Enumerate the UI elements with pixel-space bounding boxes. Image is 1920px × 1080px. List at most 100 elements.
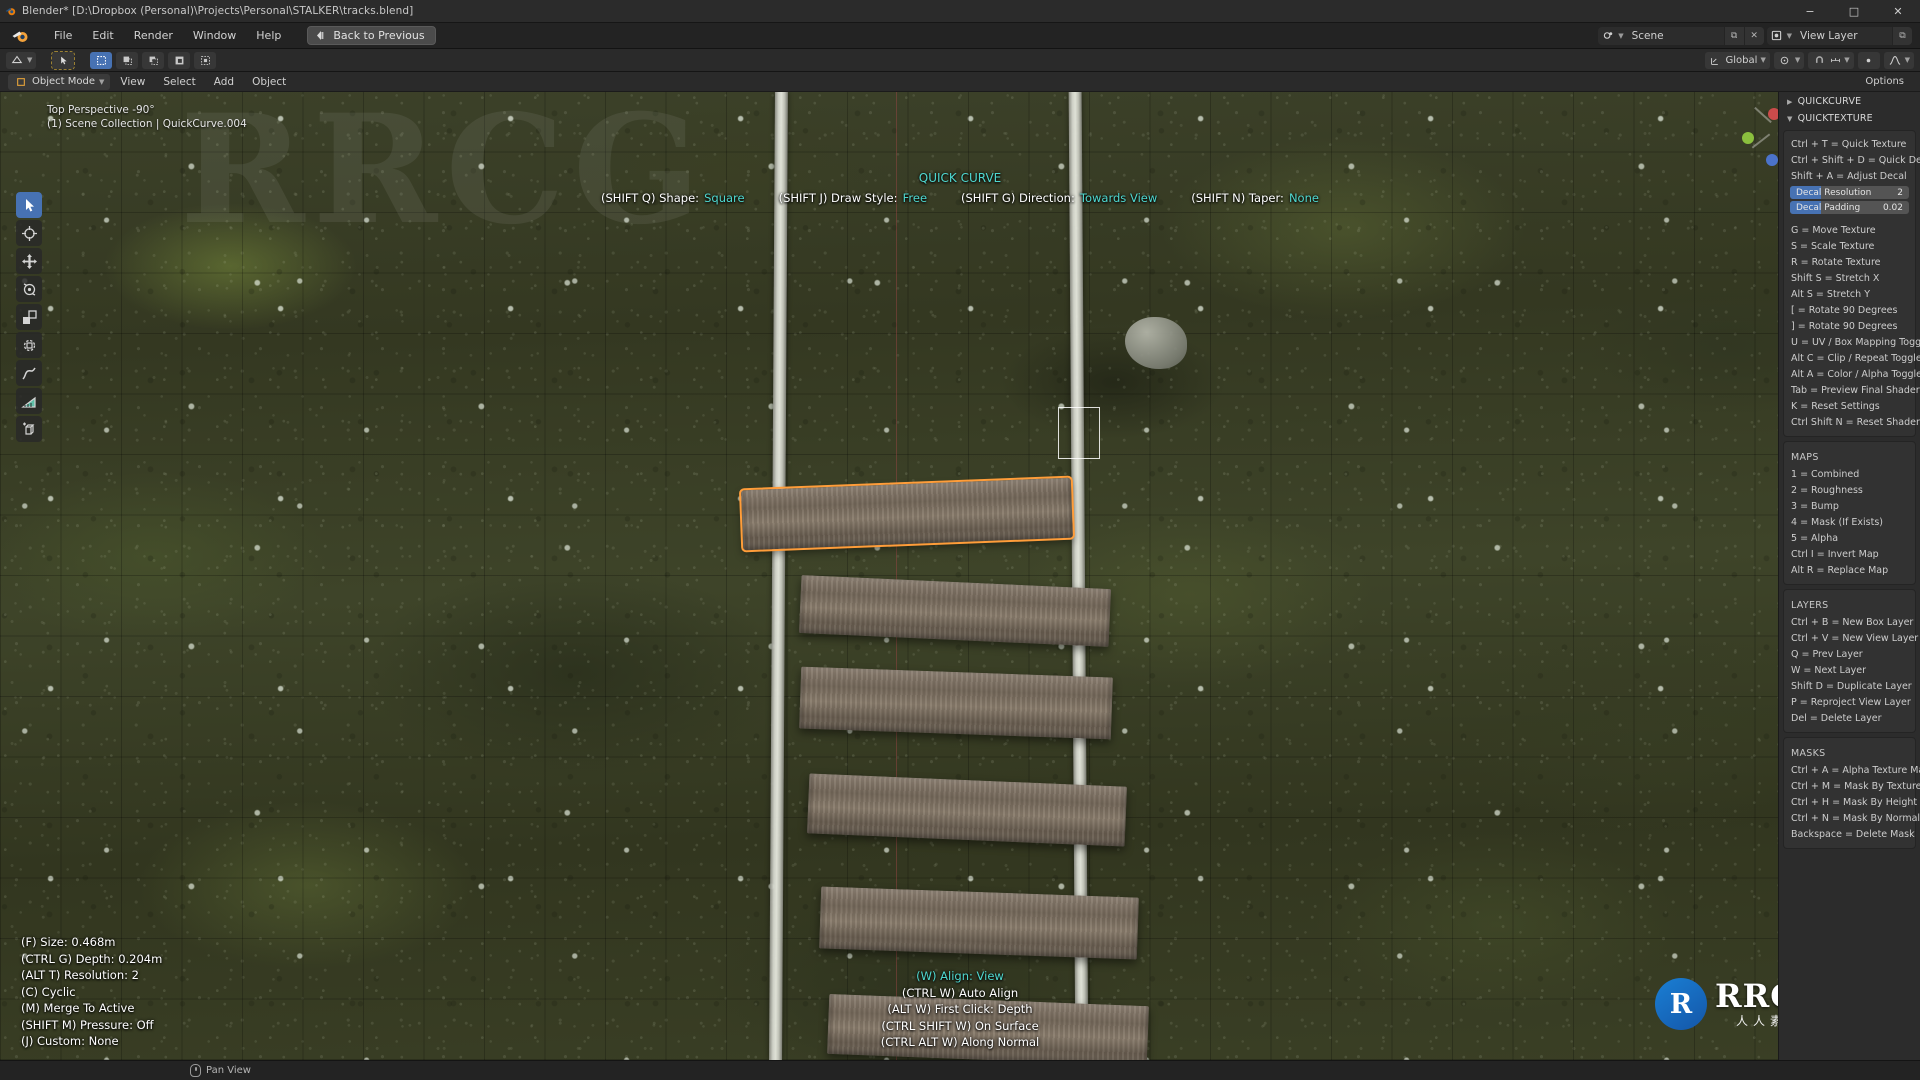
scale-icon bbox=[22, 309, 37, 324]
transform-orientation-value: Global bbox=[1725, 54, 1758, 66]
back-to-previous-button[interactable]: Back to Previous bbox=[307, 26, 436, 45]
pivot-point-selector[interactable]: ▼ bbox=[1773, 51, 1805, 69]
npanel-section-layers: LAYERS Ctrl + B = New Box Layer Ctrl + V… bbox=[1783, 589, 1918, 733]
viewport-menu-select[interactable]: Select bbox=[155, 74, 203, 90]
minimize-button[interactable]: − bbox=[1788, 0, 1832, 23]
overlay-option-drawstyle-key: (SHIFT J) Draw Style: bbox=[778, 191, 898, 205]
npanel-map-invert: Ctrl I = Invert Map bbox=[1791, 548, 1879, 560]
object-mode-icon bbox=[14, 75, 28, 89]
mode-selector[interactable]: Object Mode ▼ bbox=[8, 73, 111, 90]
npanel-tab-quickcurve[interactable]: ▶ QUICKCURVE bbox=[1779, 92, 1920, 109]
quicktexture-npanel[interactable]: ▶ QUICKCURVE ▼ QUICKTEXTURE Ctrl + T = Q… bbox=[1778, 92, 1920, 1060]
select-mode-intersect[interactable] bbox=[194, 51, 217, 69]
editor-type-caret-icon: ▼ bbox=[27, 56, 33, 64]
magnet-icon[interactable] bbox=[1812, 53, 1826, 67]
status-bar: Pan View bbox=[0, 1060, 1920, 1080]
proportional-edit-toggle[interactable] bbox=[1857, 51, 1880, 69]
select-mode-invert[interactable] bbox=[168, 51, 191, 69]
close-button[interactable]: ✕ bbox=[1876, 0, 1920, 23]
viewport-options-label[interactable]: Options bbox=[1865, 76, 1912, 87]
tool-move[interactable] bbox=[16, 248, 42, 274]
npanel-shortcut-stretch-x: Shift S = Stretch X bbox=[1791, 272, 1880, 284]
select-mode-new[interactable] bbox=[90, 51, 113, 69]
view-layer-icon bbox=[1767, 30, 1787, 41]
tool-tweak-select[interactable] bbox=[16, 192, 42, 218]
scene-icon bbox=[1598, 30, 1618, 41]
npanel-shortcut-rotate-texture: R = Rotate Texture bbox=[1791, 256, 1881, 268]
plank-surface bbox=[799, 666, 1113, 740]
plank-3[interactable] bbox=[799, 666, 1113, 740]
view-layer-selector[interactable]: ▼ View Layer ⧉ bbox=[1766, 26, 1912, 45]
new-view-layer-icon[interactable]: ⧉ bbox=[1892, 26, 1912, 45]
npanel-section-layers-title: LAYERS bbox=[1791, 600, 1829, 611]
rock-object bbox=[1125, 317, 1187, 369]
npanel-mask-by-normal: Ctrl + N = Mask By Normal bbox=[1791, 812, 1920, 824]
decal-padding-slider[interactable]: Decal Padding 0.02 bbox=[1790, 201, 1909, 214]
npanel-shortcut-rotate-90-right: ] = Rotate 90 Degrees bbox=[1791, 320, 1898, 332]
npanel-mask-delete: Backspace = Delete Mask bbox=[1791, 828, 1915, 840]
tweak-select-tool[interactable] bbox=[51, 50, 76, 70]
tool-transform[interactable] bbox=[16, 332, 42, 358]
npanel-mask-alpha-texture: Ctrl + A = Alpha Texture Mask bbox=[1791, 764, 1920, 776]
menu-edit[interactable]: Edit bbox=[82, 26, 123, 45]
watermark-circle-icon: R bbox=[1655, 978, 1708, 1030]
gizmo-axis-line-z bbox=[1751, 133, 1771, 149]
tool-measure[interactable] bbox=[16, 388, 42, 414]
npanel-mask-by-height: Ctrl + H = Mask By Height bbox=[1791, 796, 1918, 808]
decal-resolution-label: Decal Resolution bbox=[1796, 187, 1872, 198]
tool-rotate[interactable] bbox=[16, 276, 42, 302]
transform-orientation-selector[interactable]: Global ▼ bbox=[1704, 51, 1770, 69]
menu-render[interactable]: Render bbox=[124, 26, 183, 45]
decal-resolution-slider[interactable]: Decal Resolution 2 bbox=[1790, 186, 1909, 199]
npanel-layer-prev: Q = Prev Layer bbox=[1791, 648, 1863, 660]
npanel-mask-by-texture: Ctrl + M = Mask By Texture bbox=[1791, 780, 1920, 792]
menu-file[interactable]: File bbox=[44, 26, 82, 45]
npanel-shortcut-reset-settings: K = Reset Settings bbox=[1791, 400, 1880, 412]
plank-selected[interactable] bbox=[738, 475, 1076, 553]
remove-scene-icon[interactable]: ✕ bbox=[1743, 26, 1764, 45]
plank-surface bbox=[740, 477, 1074, 551]
tool-cursor[interactable] bbox=[16, 220, 42, 246]
viewport-menu-add[interactable]: Add bbox=[206, 74, 242, 90]
npanel-tab-quickcurve-label: QUICKCURVE bbox=[1797, 96, 1862, 107]
menu-window[interactable]: Window bbox=[183, 26, 246, 45]
blender-icon bbox=[0, 0, 22, 23]
falloff-curve-icon bbox=[1888, 53, 1902, 67]
viewport-menu-object[interactable]: Object bbox=[244, 74, 294, 90]
snap-controls[interactable]: ▼ bbox=[1808, 51, 1854, 69]
mode-label: Object Mode bbox=[32, 76, 95, 87]
3d-viewport[interactable]: RRCG Top Perspective -90° (1) Scene Coll… bbox=[0, 92, 1920, 1060]
decal-preview-box bbox=[1058, 407, 1100, 459]
npanel-shortcut-move-texture: G = Move Texture bbox=[1791, 224, 1876, 236]
y-axis-ball[interactable] bbox=[1742, 132, 1754, 144]
npanel-shortcut-adjust-decal: Shift + A = Adjust Decal bbox=[1791, 170, 1907, 182]
measure-icon bbox=[20, 396, 36, 408]
npanel-shortcut-rotate-90-left: [ = Rotate 90 Degrees bbox=[1791, 304, 1898, 316]
menu-help[interactable]: Help bbox=[246, 26, 291, 45]
scene-selector[interactable]: ▼ Scene ⧉ ✕ bbox=[1598, 26, 1764, 45]
new-scene-icon[interactable]: ⧉ bbox=[1723, 26, 1744, 45]
maximize-button[interactable]: □ bbox=[1832, 0, 1876, 23]
back-to-previous-label: Back to Previous bbox=[333, 29, 425, 42]
tool-annotate[interactable] bbox=[16, 360, 42, 386]
mode-caret-icon: ▼ bbox=[99, 77, 105, 86]
main-menubar: File Edit Render Window Help Back to Pre… bbox=[0, 23, 1920, 49]
z-axis-ball[interactable] bbox=[1766, 154, 1778, 166]
blender-logo-icon[interactable] bbox=[12, 28, 32, 44]
editor-type-selector[interactable]: ▼ bbox=[6, 51, 37, 69]
overlay-option-direction-value: Towards View bbox=[1079, 191, 1158, 205]
tool-scale[interactable] bbox=[16, 304, 42, 330]
plank-5[interactable] bbox=[819, 886, 1139, 960]
status-mouse-action: Pan View bbox=[206, 1065, 251, 1076]
snap-increment-icon[interactable] bbox=[1828, 53, 1842, 67]
tool-add-cube[interactable] bbox=[16, 416, 42, 442]
viewport-menu-view[interactable]: View bbox=[112, 74, 153, 90]
view-layer-value: View Layer bbox=[1800, 29, 1858, 42]
falloff-selector[interactable]: ▼ bbox=[1883, 51, 1914, 69]
decal-padding-value: 0.02 bbox=[1882, 202, 1903, 213]
npanel-tab-quicktexture[interactable]: ▼ QUICKTEXTURE bbox=[1779, 109, 1920, 126]
select-mode-extend[interactable] bbox=[116, 51, 139, 69]
chevron-right-icon: ▶ bbox=[1787, 97, 1793, 106]
overlay-option-drawstyle: (SHIFT J) Draw Style: Free bbox=[779, 187, 927, 206]
select-mode-subtract[interactable] bbox=[142, 51, 165, 69]
